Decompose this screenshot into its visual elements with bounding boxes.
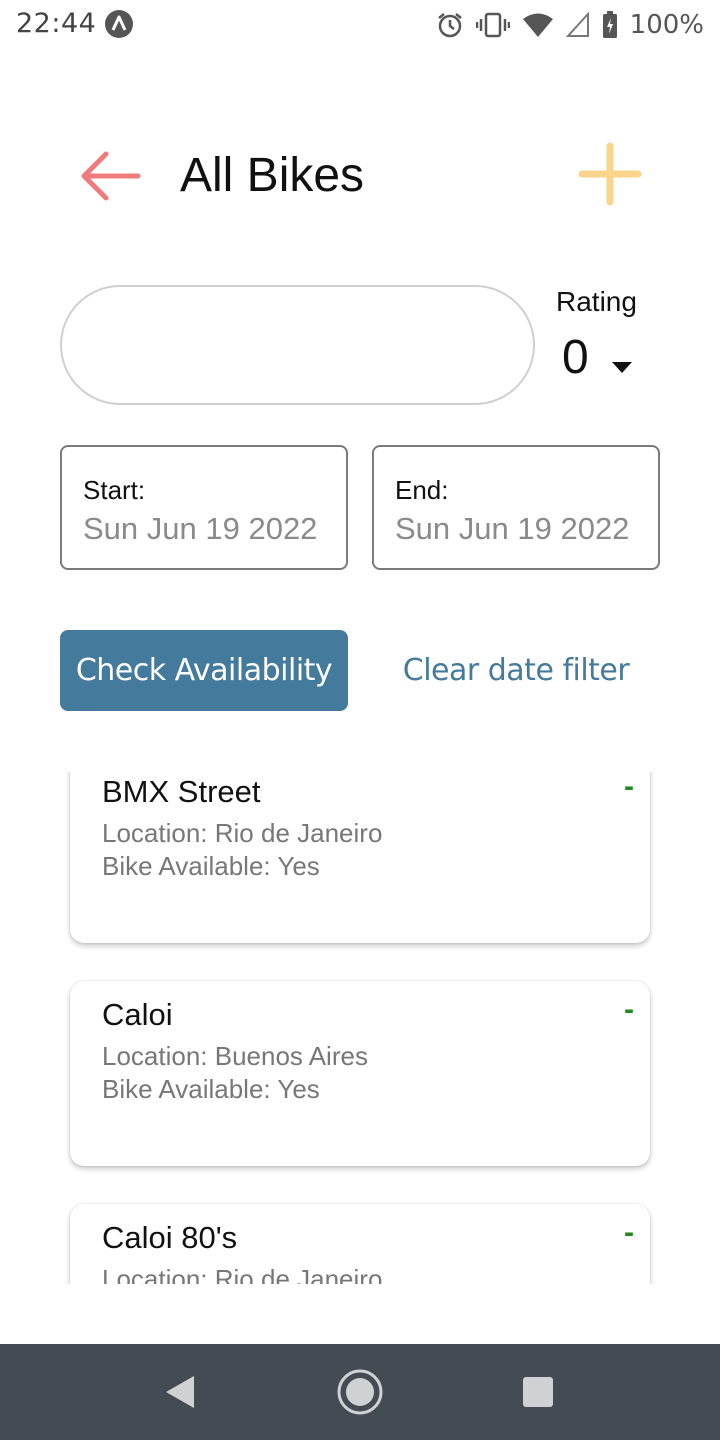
caret-down-icon xyxy=(612,362,632,373)
bike-name: Caloi xyxy=(102,997,173,1032)
bike-rating-mark: - xyxy=(624,1216,634,1249)
bike-card[interactable]: Caloi 80's Location: Rio de Janeiro - xyxy=(70,1204,650,1284)
status-bar: 22:44 100% xyxy=(0,0,720,50)
status-icons: 100% xyxy=(436,8,704,42)
end-date-value: Sun Jun 19 2022 xyxy=(395,511,630,546)
bike-list[interactable]: BMX Street Location: Rio de Janeiro Bike… xyxy=(0,772,720,1284)
system-nav-bar xyxy=(0,1344,720,1440)
end-date-label: End: xyxy=(395,475,449,505)
search-input[interactable] xyxy=(60,285,535,405)
bike-location: Location: Rio de Janeiro xyxy=(102,1264,383,1284)
wifi-icon xyxy=(522,13,553,37)
start-date-field[interactable]: Start: Sun Jun 19 2022 xyxy=(60,445,348,570)
clear-date-filter-link[interactable]: Clear date filter xyxy=(372,630,660,711)
bike-rating-mark: - xyxy=(624,993,634,1026)
bike-location: Location: Rio de Janeiro xyxy=(102,818,383,848)
check-availability-button[interactable]: Check Availability xyxy=(60,630,348,711)
vibrate-icon xyxy=(475,12,510,38)
bike-availability: Bike Available: Yes xyxy=(102,1074,320,1104)
back-triangle-icon[interactable] xyxy=(154,1366,206,1418)
bike-location: Location: Buenos Aires xyxy=(102,1041,368,1071)
back-arrow-icon[interactable] xyxy=(76,144,144,208)
signal-icon xyxy=(565,12,589,37)
bike-name: Caloi 80's xyxy=(102,1220,238,1255)
status-time: 22:44 xyxy=(16,8,97,39)
battery-percent: 100% xyxy=(629,10,704,40)
page-title: All Bikes xyxy=(180,149,365,202)
battery-charging-icon xyxy=(602,11,617,38)
bike-rating-mark: - xyxy=(624,772,634,803)
bike-card[interactable]: Caloi Location: Buenos Aires Bike Availa… xyxy=(70,981,650,1166)
recents-square-icon[interactable] xyxy=(512,1366,564,1418)
bike-name: BMX Street xyxy=(102,774,261,809)
plus-icon[interactable] xyxy=(576,140,644,208)
bike-card[interactable]: BMX Street Location: Rio de Janeiro Bike… xyxy=(70,772,650,943)
alarm-icon xyxy=(437,13,462,38)
home-circle-icon[interactable] xyxy=(334,1366,386,1418)
bike-availability: Bike Available: Yes xyxy=(102,851,320,881)
rating-value: 0 xyxy=(562,331,589,384)
rating-dropdown[interactable]: 0 xyxy=(556,326,648,390)
rating-label: Rating xyxy=(556,286,637,317)
app-a-icon xyxy=(105,10,133,38)
end-date-field[interactable]: End: Sun Jun 19 2022 xyxy=(372,445,660,570)
start-date-label: Start: xyxy=(83,475,146,505)
start-date-value: Sun Jun 19 2022 xyxy=(83,511,318,546)
